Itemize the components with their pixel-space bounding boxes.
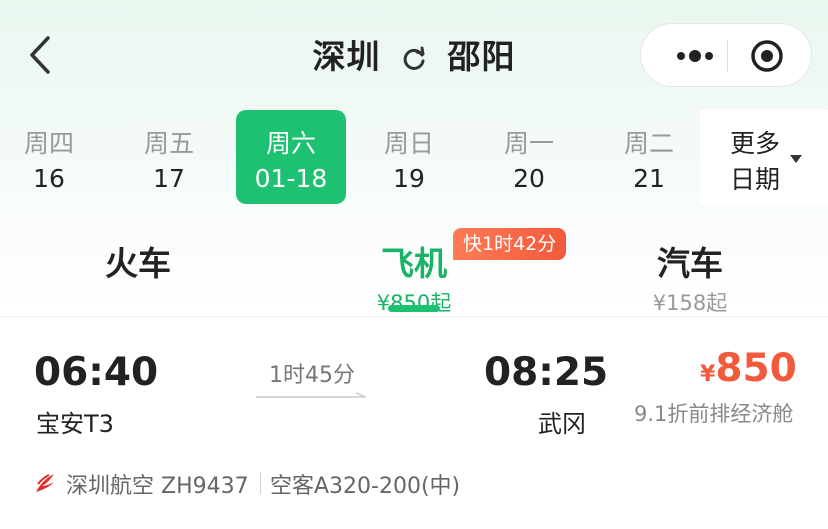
active-tab-indicator: [388, 305, 440, 312]
departure-airport: 宝安T3: [36, 410, 114, 438]
tab-train-label: 火车: [105, 244, 171, 283]
date-item-21[interactable]: 周二 21: [594, 110, 704, 204]
capsule-divider: [727, 40, 728, 72]
currency-symbol: ¥: [700, 362, 716, 387]
more-dates-line2: 日期: [730, 165, 781, 194]
date-weekday: 周一: [503, 129, 554, 158]
tab-bus-label: 汽车: [657, 244, 723, 283]
shenzhen-airlines-logo-icon: [36, 474, 54, 492]
date-item-selected[interactable]: 周六 01-18: [236, 110, 346, 204]
flight-duration: 1时45分: [269, 363, 355, 388]
arrival-airport: 武冈: [538, 410, 586, 438]
date-day: 16: [33, 164, 65, 193]
swap-icon[interactable]: [399, 44, 429, 74]
date-day: 21: [633, 164, 665, 193]
tab-bus-price: ¥158起: [652, 291, 728, 315]
to-city: 邵阳: [447, 37, 516, 76]
cabin-class: 9.1折前排经济舱: [634, 402, 794, 426]
target-icon[interactable]: [749, 38, 785, 74]
date-day: 20: [513, 164, 545, 193]
arrival-time: 08:25: [484, 350, 609, 395]
section-divider: [0, 316, 828, 317]
date-item-19[interactable]: 周日 19: [354, 110, 464, 204]
mini-program-capsule: [640, 23, 812, 87]
departure-time: 06:40: [34, 350, 159, 395]
duration-arrow-icon: [256, 392, 367, 398]
date-weekday: 周六: [265, 129, 316, 158]
tab-train[interactable]: 火车: [68, 237, 208, 285]
airline-flight-number: 深圳航空 ZH9437: [66, 474, 249, 499]
date-weekday: 周五: [143, 129, 194, 158]
date-day: 19: [393, 164, 425, 193]
date-weekday: 周日: [383, 129, 434, 158]
date-strip: 周四 16 周五 17 周六 01-18 周日 19 周一 20 周二 21 更…: [0, 110, 828, 206]
more-dates-button[interactable]: 更多 日期: [700, 110, 828, 204]
date-item-16[interactable]: 周四 16: [0, 110, 104, 204]
date-weekday: 周四: [23, 129, 74, 158]
date-day: 01-18: [254, 164, 328, 193]
aircraft-divider: [260, 472, 261, 494]
more-dots-icon[interactable]: [665, 46, 729, 66]
price-value: 850: [715, 346, 797, 391]
date-weekday: 周二: [623, 129, 674, 158]
more-dates-line1: 更多: [730, 129, 781, 158]
date-item-20[interactable]: 周一 20: [474, 110, 584, 204]
from-city: 深圳: [312, 37, 381, 76]
tab-bus[interactable]: 汽车 ¥158起: [620, 237, 760, 317]
aircraft-type: 空客A320-200(中): [270, 474, 461, 499]
faster-badge: 快1时42分: [453, 228, 567, 260]
date-day: 17: [153, 164, 185, 193]
caret-down-icon: [790, 155, 802, 163]
date-item-17[interactable]: 周五 17: [114, 110, 224, 204]
flight-price: ¥850: [700, 346, 797, 391]
tab-plane-price: ¥850起: [376, 291, 452, 315]
